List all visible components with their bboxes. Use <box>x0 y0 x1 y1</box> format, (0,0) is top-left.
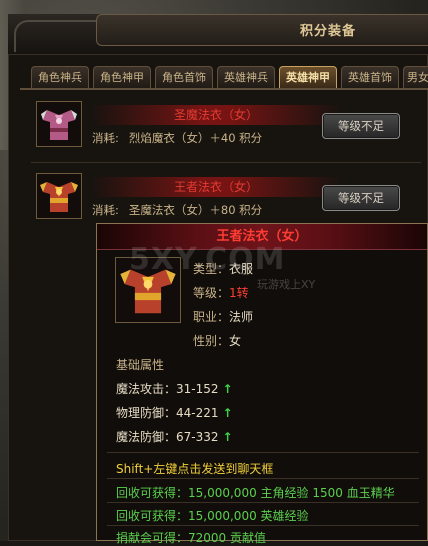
row-divider <box>31 162 421 163</box>
stat-magic-defense: 魔法防御：67-332 ↑ <box>116 428 233 445</box>
list-item: 圣魔法衣（女） 消耗: 烈焰魔衣（女）＋40 积分 等级不足 <box>31 99 428 155</box>
shift-click-hint: Shift+左键点击发送到聊天框 <box>116 462 274 476</box>
stat-value: 44-221 <box>176 406 219 420</box>
arrow-up-icon: ↑ <box>222 406 233 420</box>
stat-label: 物理防御： <box>116 406 177 420</box>
tooltip-divider <box>107 452 419 453</box>
tooltip-divider <box>107 502 419 503</box>
tab-underline <box>20 88 428 90</box>
panel-title: 积分装备 <box>300 24 357 39</box>
stat-value: 31-152 <box>176 382 219 396</box>
item-cost: 消耗: 烈焰魔衣（女）＋40 积分 <box>92 130 262 146</box>
insufficient-level-button[interactable]: 等级不足 <box>322 113 400 139</box>
stat-physical-defense: 物理防御：44-221 ↑ <box>116 404 233 421</box>
stat-magic-attack: 魔法攻击：31-152 ↑ <box>116 380 233 397</box>
item-name: 王者法衣（女） <box>91 177 341 197</box>
site-watermark: 5XY.COM <box>129 242 286 277</box>
site-watermark-slogan: 玩游戏上XY <box>257 278 316 291</box>
robe-icon <box>37 102 81 146</box>
tab-hero-armor[interactable]: 英雄神甲 <box>279 66 337 88</box>
stat-value: 67-332 <box>176 430 219 444</box>
attr-gender-label: 性别： <box>193 334 230 348</box>
tab-role-jewelry[interactable]: 角色首饰 <box>155 66 213 88</box>
recycle-reward-2: 回收可获得：15,000,000 英雄经验 <box>116 509 309 523</box>
tab-more[interactable]: 男女 <box>403 66 428 88</box>
cost-label: 消耗: <box>92 131 119 145</box>
arrow-up-icon: ↑ <box>222 430 233 444</box>
attr-gender-value: 女 <box>229 334 242 348</box>
item-icon[interactable] <box>36 173 82 219</box>
list-item: 王者法衣（女） 消耗: 圣魔法衣（女）＋80 积分 等级不足 <box>31 171 428 227</box>
stat-label: 魔法攻击： <box>116 382 177 396</box>
recycle-reward-1: 回收可获得：15,000,000 主角经验 1500 血玉精华 <box>116 486 395 500</box>
attr-level-label: 等级： <box>193 286 230 300</box>
attr-level-value: 1转 <box>229 286 249 300</box>
arrow-up-icon: ↑ <box>222 382 233 396</box>
tab-hero-jewelry[interactable]: 英雄首饰 <box>341 66 399 88</box>
tooltip-divider <box>107 525 419 526</box>
robe-icon <box>37 174 81 218</box>
item-name: 圣魔法衣（女） <box>91 105 341 125</box>
cost-value: 烈焰魔衣（女）＋40 积分 <box>128 131 263 145</box>
stat-label: 魔法防御： <box>116 430 177 444</box>
title-plate <box>96 14 428 46</box>
attr-class-label: 职业： <box>193 310 230 324</box>
item-icon[interactable] <box>36 101 82 147</box>
donation-reward: 捐献会可得：72000 贡献值 <box>116 531 266 545</box>
base-attributes-title: 基础属性 <box>116 358 165 372</box>
tab-role-weapon[interactable]: 角色神兵 <box>31 66 89 88</box>
tab-role-armor[interactable]: 角色神甲 <box>93 66 151 88</box>
attr-class-value: 法师 <box>229 310 254 324</box>
cost-value: 圣魔法衣（女）＋80 积分 <box>128 203 263 217</box>
attr-class: 职业：法师 <box>193 308 253 325</box>
attr-gender: 性别：女 <box>193 332 241 349</box>
cost-label: 消耗: <box>92 203 119 217</box>
insufficient-level-button[interactable]: 等级不足 <box>322 185 400 211</box>
tooltip-divider <box>107 478 419 479</box>
item-cost: 消耗: 圣魔法衣（女）＋80 积分 <box>92 202 262 218</box>
tab-hero-weapon[interactable]: 英雄神兵 <box>217 66 275 88</box>
title-ornament <box>14 20 106 52</box>
attr-level: 等级：1转 <box>193 284 249 301</box>
